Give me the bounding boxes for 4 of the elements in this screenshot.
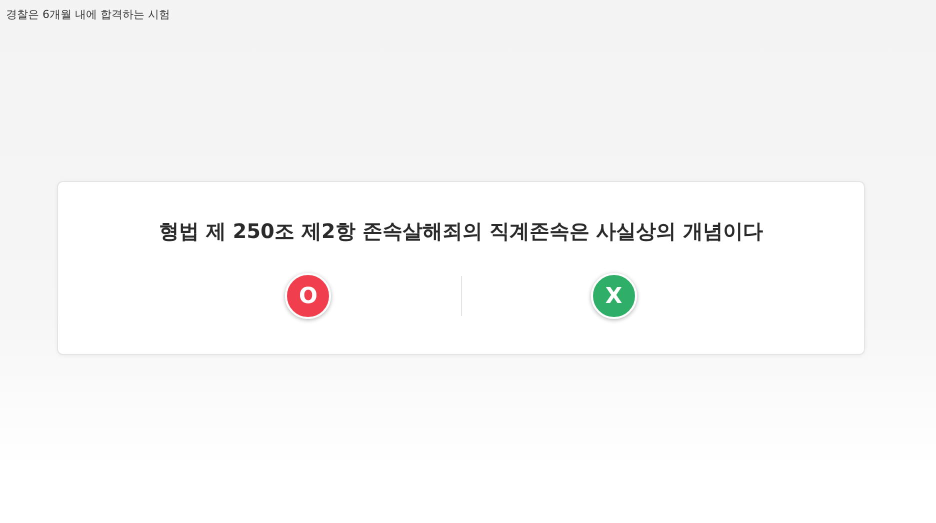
page-title: 경찰은 6개월 내에 합격하는 시험	[6, 7, 170, 22]
answer-button[interactable]: X	[590, 273, 637, 319]
question-text: 형법 제 250조 제2항 존속살해죄의 직계존속은 사실상의 개념이다	[158, 218, 764, 245]
answer-button[interactable]: O	[285, 273, 332, 319]
